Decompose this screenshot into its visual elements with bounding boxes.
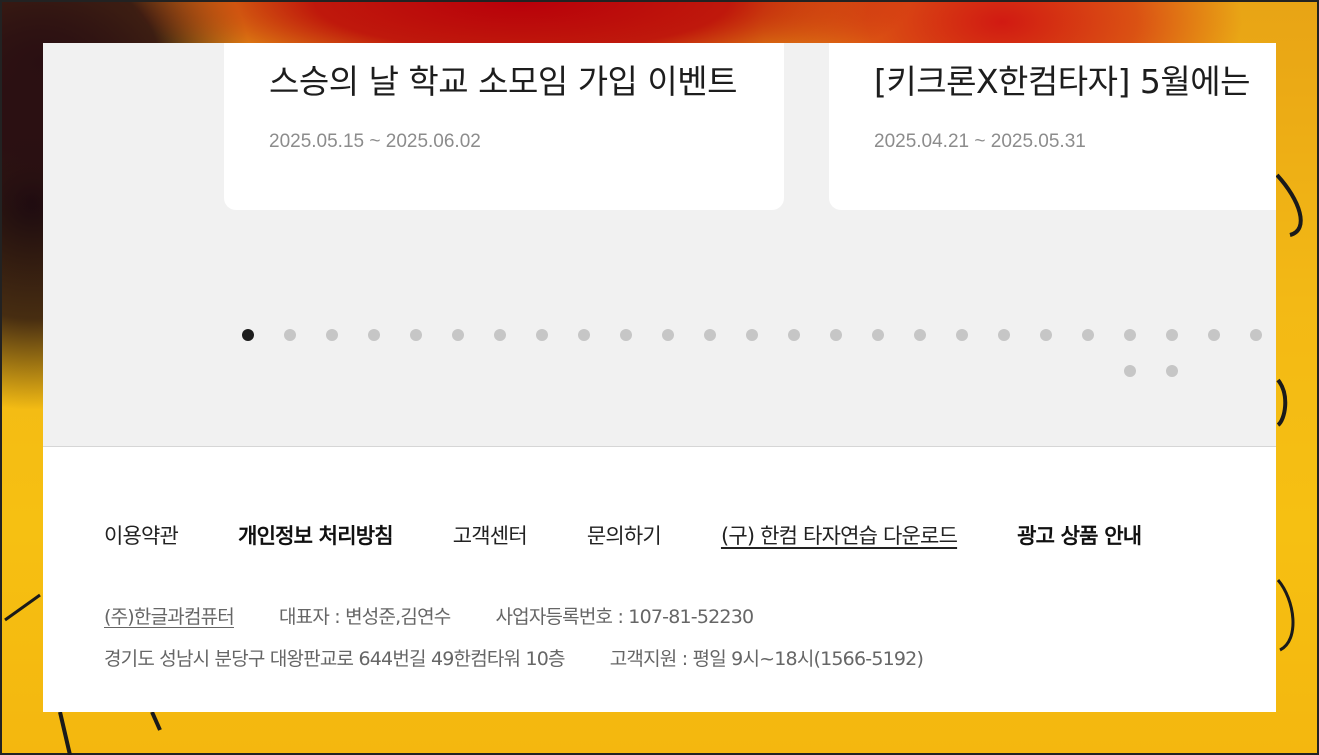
inquiry-link[interactable]: 문의하기 <box>587 520 662 550</box>
company-ceo: 대표자 : 변성준,김연수 <box>279 605 451 628</box>
pagination-dot[interactable] <box>284 329 296 341</box>
footer: 이용약관 개인정보 처리방침 고객센터 문의하기 (구) 한컴 타자연습 다운로… <box>43 448 1276 712</box>
pagination-dot[interactable] <box>1082 329 1094 341</box>
pagination-dot[interactable] <box>704 329 716 341</box>
customer-support-hours: 고객지원 : 평일 9시~18시(1566-5192) <box>609 647 924 670</box>
pagination-dot[interactable] <box>620 329 632 341</box>
pagination-dot[interactable] <box>1208 329 1220 341</box>
pagination-dot[interactable] <box>242 329 254 341</box>
ad-products-link[interactable]: 광고 상품 안내 <box>1017 520 1142 550</box>
pagination-dot[interactable] <box>746 329 758 341</box>
pagination-dot[interactable] <box>494 329 506 341</box>
pagination-dot[interactable] <box>536 329 548 341</box>
terms-link[interactable]: 이용약관 <box>104 520 179 550</box>
customer-center-link[interactable]: 고객센터 <box>453 520 528 550</box>
pagination-dot[interactable] <box>452 329 464 341</box>
pagination-dot[interactable] <box>578 329 590 341</box>
pagination-dot[interactable] <box>1040 329 1052 341</box>
pagination-dot[interactable] <box>1166 365 1178 377</box>
pagination-dot[interactable] <box>956 329 968 341</box>
pagination-dot[interactable] <box>872 329 884 341</box>
pagination-dot[interactable] <box>914 329 926 341</box>
pagination-dot[interactable] <box>662 329 674 341</box>
web-page: 스승의 날 학교 소모임 가입 이벤트 2025.05.15 ~ 2025.06… <box>43 43 1276 712</box>
pagination-dot[interactable] <box>788 329 800 341</box>
business-number: 사업자등록번호 : 107-81-52230 <box>495 605 754 628</box>
pagination-dot[interactable] <box>1124 365 1136 377</box>
event-carousel: 스승의 날 학교 소모임 가입 이벤트 2025.05.15 ~ 2025.06… <box>43 43 1276 447</box>
pagination-dot[interactable] <box>326 329 338 341</box>
pagination-dot[interactable] <box>998 329 1010 341</box>
legacy-download-link[interactable]: (구) 한컴 타자연습 다운로드 <box>721 520 958 550</box>
privacy-policy-link[interactable]: 개인정보 처리방침 <box>238 520 393 550</box>
footer-links: 이용약관 개인정보 처리방침 고객센터 문의하기 (구) 한컴 타자연습 다운로… <box>104 520 1142 550</box>
pagination-dot[interactable] <box>410 329 422 341</box>
pagination-dot[interactable] <box>1166 329 1178 341</box>
pagination-dot[interactable] <box>830 329 842 341</box>
company-info: (주)한글과컴퓨터 대표자 : 변성준,김연수 사업자등록번호 : 107-81… <box>104 600 968 684</box>
pagination-dot[interactable] <box>1124 329 1136 341</box>
carousel-pagination <box>43 43 1276 446</box>
company-address: 경기도 성남시 분당구 대왕판교로 644번길 49한컴타워 10층 <box>104 647 566 670</box>
company-name-link[interactable]: (주)한글과컴퓨터 <box>104 602 235 629</box>
pagination-dot[interactable] <box>1250 329 1262 341</box>
pagination-dot[interactable] <box>368 329 380 341</box>
